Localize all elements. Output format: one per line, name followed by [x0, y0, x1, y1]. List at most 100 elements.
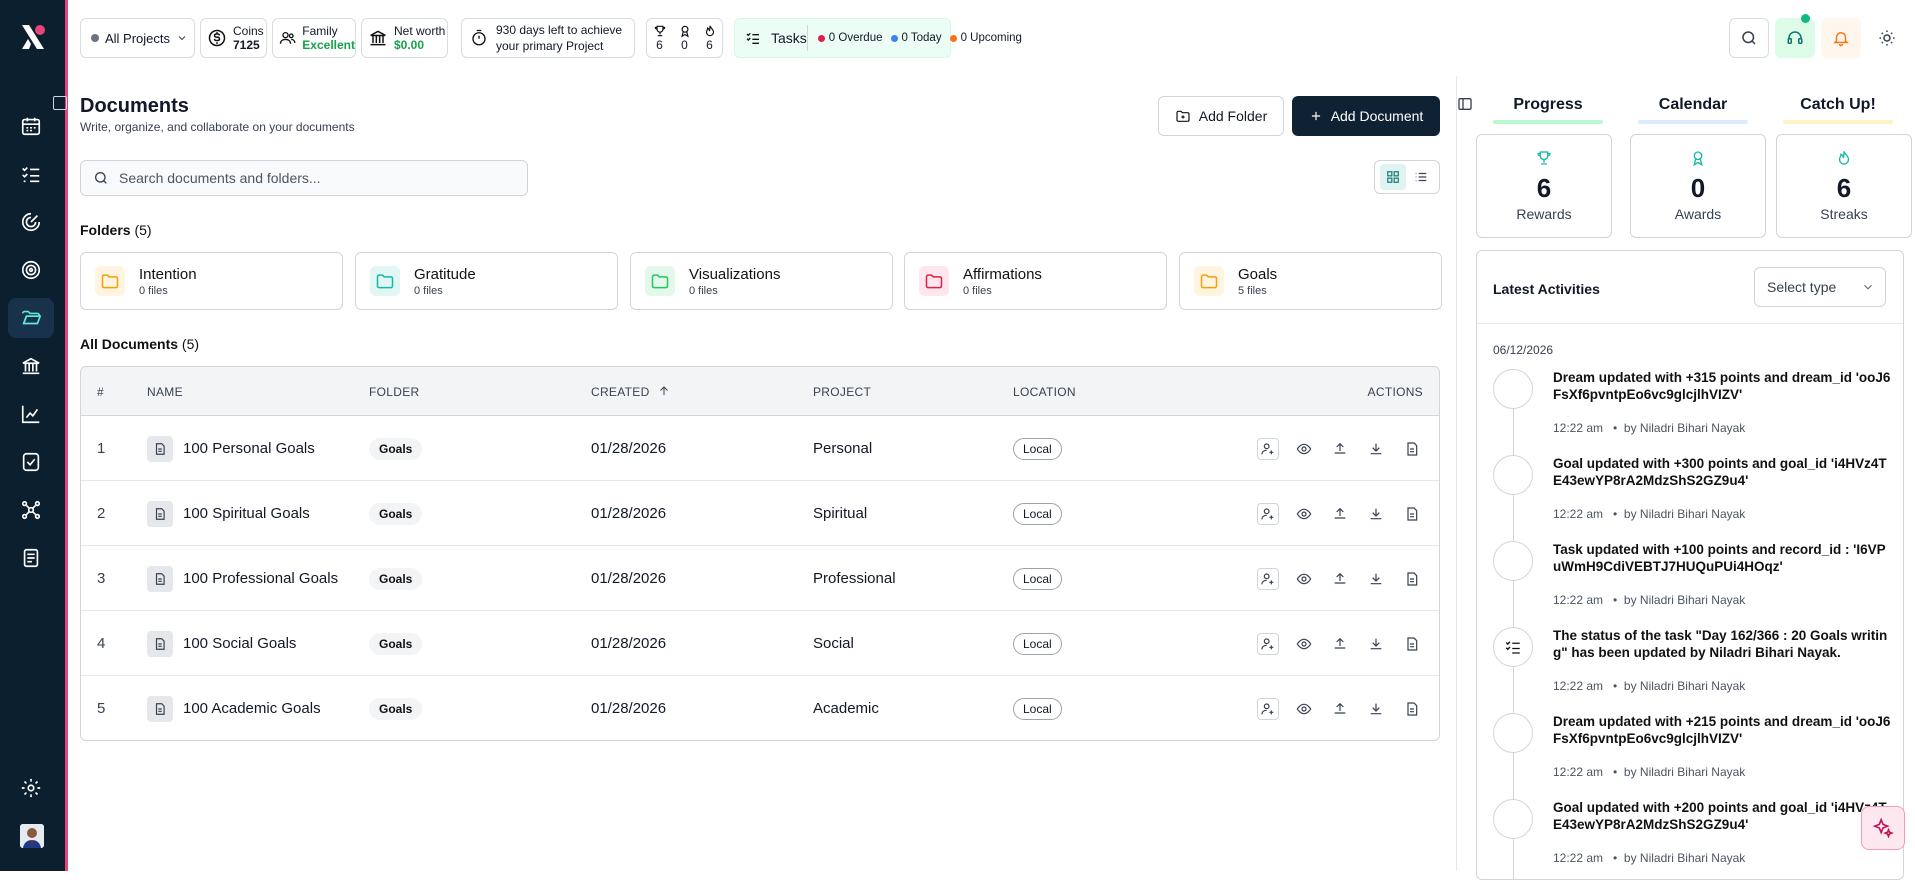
nav-journal[interactable] [8, 442, 54, 482]
bell-icon [1832, 29, 1850, 47]
collapse-sidebar-toggle[interactable] [53, 96, 67, 110]
tab-calendar[interactable]: Calendar [1628, 96, 1758, 124]
file-text-button[interactable] [1401, 503, 1423, 525]
doc-name-cell[interactable]: 100 Social Goals [147, 611, 296, 676]
eye-button[interactable] [1293, 633, 1315, 655]
share-user-button[interactable] [1257, 503, 1279, 525]
download-button[interactable] [1365, 698, 1387, 720]
online-dot [1801, 14, 1810, 23]
upload-button[interactable] [1329, 568, 1351, 590]
file-text-button[interactable] [1401, 438, 1423, 460]
stat-card-streaks[interactable]: 6 Streaks [1776, 134, 1912, 238]
tab-progress[interactable]: Progress [1483, 96, 1613, 124]
eye-icon [1296, 506, 1312, 522]
table-row[interactable]: 1 100 Personal Goals Goals 01/28/2026 Pe… [81, 416, 1439, 481]
notifications-button[interactable] [1821, 18, 1861, 58]
ai-assistant-button[interactable] [1861, 806, 1905, 850]
download-button[interactable] [1365, 633, 1387, 655]
nav-documents[interactable] [8, 298, 54, 338]
nav-goals[interactable] [8, 250, 54, 290]
col-created[interactable]: CREATED [591, 385, 670, 399]
stat-card-rewards[interactable]: 6 Rewards [1476, 134, 1612, 238]
col-project[interactable]: PROJECT [813, 385, 871, 399]
nav-settings[interactable] [8, 768, 54, 808]
folder-card-goals[interactable]: Goals5 files [1179, 252, 1442, 310]
table-row[interactable]: 4 100 Social Goals Goals 01/28/2026 Soci… [81, 611, 1439, 676]
file-text-button[interactable] [1401, 633, 1423, 655]
today-count: 0 Today [902, 32, 942, 44]
search-input[interactable] [119, 170, 499, 186]
users-icon [279, 28, 296, 48]
download-button[interactable] [1365, 438, 1387, 460]
search-bar[interactable] [80, 160, 528, 196]
doc-name-cell[interactable]: 100 Academic Goals [147, 676, 321, 741]
folder-card-visualizations[interactable]: Visualizations0 files [630, 252, 893, 310]
tasks-widget[interactable]: Tasks 0 Overdue 0 Today 0 Upcoming [734, 18, 951, 58]
share-user-button[interactable] [1257, 633, 1279, 655]
download-button[interactable] [1365, 568, 1387, 590]
table-row[interactable]: 5 100 Academic Goals Goals 01/28/2026 Ac… [81, 676, 1439, 741]
activity-type-select[interactable]: Select type [1754, 267, 1886, 307]
table-row[interactable]: 2 100 Spiritual Goals Goals 01/28/2026 S… [81, 481, 1439, 546]
upload-button[interactable] [1329, 698, 1351, 720]
nav-tasks[interactable] [8, 154, 54, 194]
col-folder[interactable]: FOLDER [369, 385, 419, 399]
share-user-button[interactable] [1257, 698, 1279, 720]
support-button[interactable] [1775, 18, 1815, 58]
nav-notes[interactable] [8, 538, 54, 578]
search-button[interactable] [1729, 18, 1769, 58]
share-user-button[interactable] [1257, 568, 1279, 590]
eye-button[interactable] [1293, 568, 1315, 590]
eye-icon [1296, 701, 1312, 717]
add-document-button[interactable]: Add Document [1292, 96, 1440, 136]
doc-name: 100 Professional Goals [183, 570, 338, 587]
folders-count: (5) [134, 222, 151, 238]
project-selector[interactable]: All Projects [80, 18, 195, 58]
panel-collapse-icon[interactable] [1457, 96, 1473, 112]
share-user-button[interactable] [1257, 438, 1279, 460]
eye-button[interactable] [1293, 503, 1315, 525]
folder-name: Intention [139, 266, 197, 283]
upload-button[interactable] [1329, 438, 1351, 460]
user-avatar[interactable] [20, 824, 44, 848]
upload-button[interactable] [1329, 503, 1351, 525]
doc-name-cell[interactable]: 100 Professional Goals [147, 546, 338, 611]
achievements-widget[interactable]: 6 0 6 [646, 18, 723, 58]
doc-name-cell[interactable]: 100 Personal Goals [147, 416, 315, 481]
nav-bank[interactable] [8, 346, 54, 386]
download-button[interactable] [1365, 503, 1387, 525]
eye-button[interactable] [1293, 698, 1315, 720]
stat-card-awards[interactable]: 0 Awards [1630, 134, 1766, 238]
grid-view-button[interactable] [1380, 164, 1406, 190]
file-text-button[interactable] [1401, 568, 1423, 590]
nav-analytics[interactable] [8, 394, 54, 434]
file-text-button[interactable] [1401, 698, 1423, 720]
created-date: 01/28/2026 [591, 546, 666, 611]
nav-progress[interactable] [8, 202, 54, 242]
folder-card-affirmations[interactable]: Affirmations0 files [904, 252, 1167, 310]
col-location[interactable]: LOCATION [1013, 385, 1076, 399]
deadline-widget[interactable]: 930 days left to achieveyour primary Pro… [461, 18, 635, 58]
list-check-icon [745, 30, 761, 46]
folder-card-intention[interactable]: Intention0 files [80, 252, 343, 310]
coins-label: Coins [233, 24, 264, 38]
nav-calendar[interactable] [8, 106, 54, 146]
eye-button[interactable] [1293, 438, 1315, 460]
coins-widget[interactable]: Coins7125 [200, 18, 267, 58]
list-view-button[interactable] [1408, 164, 1434, 190]
doc-name-cell[interactable]: 100 Spiritual Goals [147, 481, 310, 546]
folder-card-gratitude[interactable]: Gratitude0 files [355, 252, 618, 310]
col-name[interactable]: NAME [147, 385, 183, 399]
theme-toggle[interactable] [1867, 18, 1907, 58]
app-logo[interactable] [18, 22, 48, 52]
table-row[interactable]: 3 100 Professional Goals Goals 01/28/202… [81, 546, 1439, 611]
family-widget[interactable]: FamilyExcellent [272, 18, 356, 58]
add-folder-button[interactable]: Add Folder [1158, 96, 1284, 136]
upload-button[interactable] [1329, 633, 1351, 655]
file-text-icon [1404, 441, 1420, 457]
tab-catch-up[interactable]: Catch Up! [1773, 96, 1903, 124]
networth-widget[interactable]: Net worth$0.00 [361, 18, 448, 58]
stat-value: 6 [1777, 173, 1911, 204]
nav-network[interactable] [8, 490, 54, 530]
folder-name: Goals [1238, 266, 1277, 283]
